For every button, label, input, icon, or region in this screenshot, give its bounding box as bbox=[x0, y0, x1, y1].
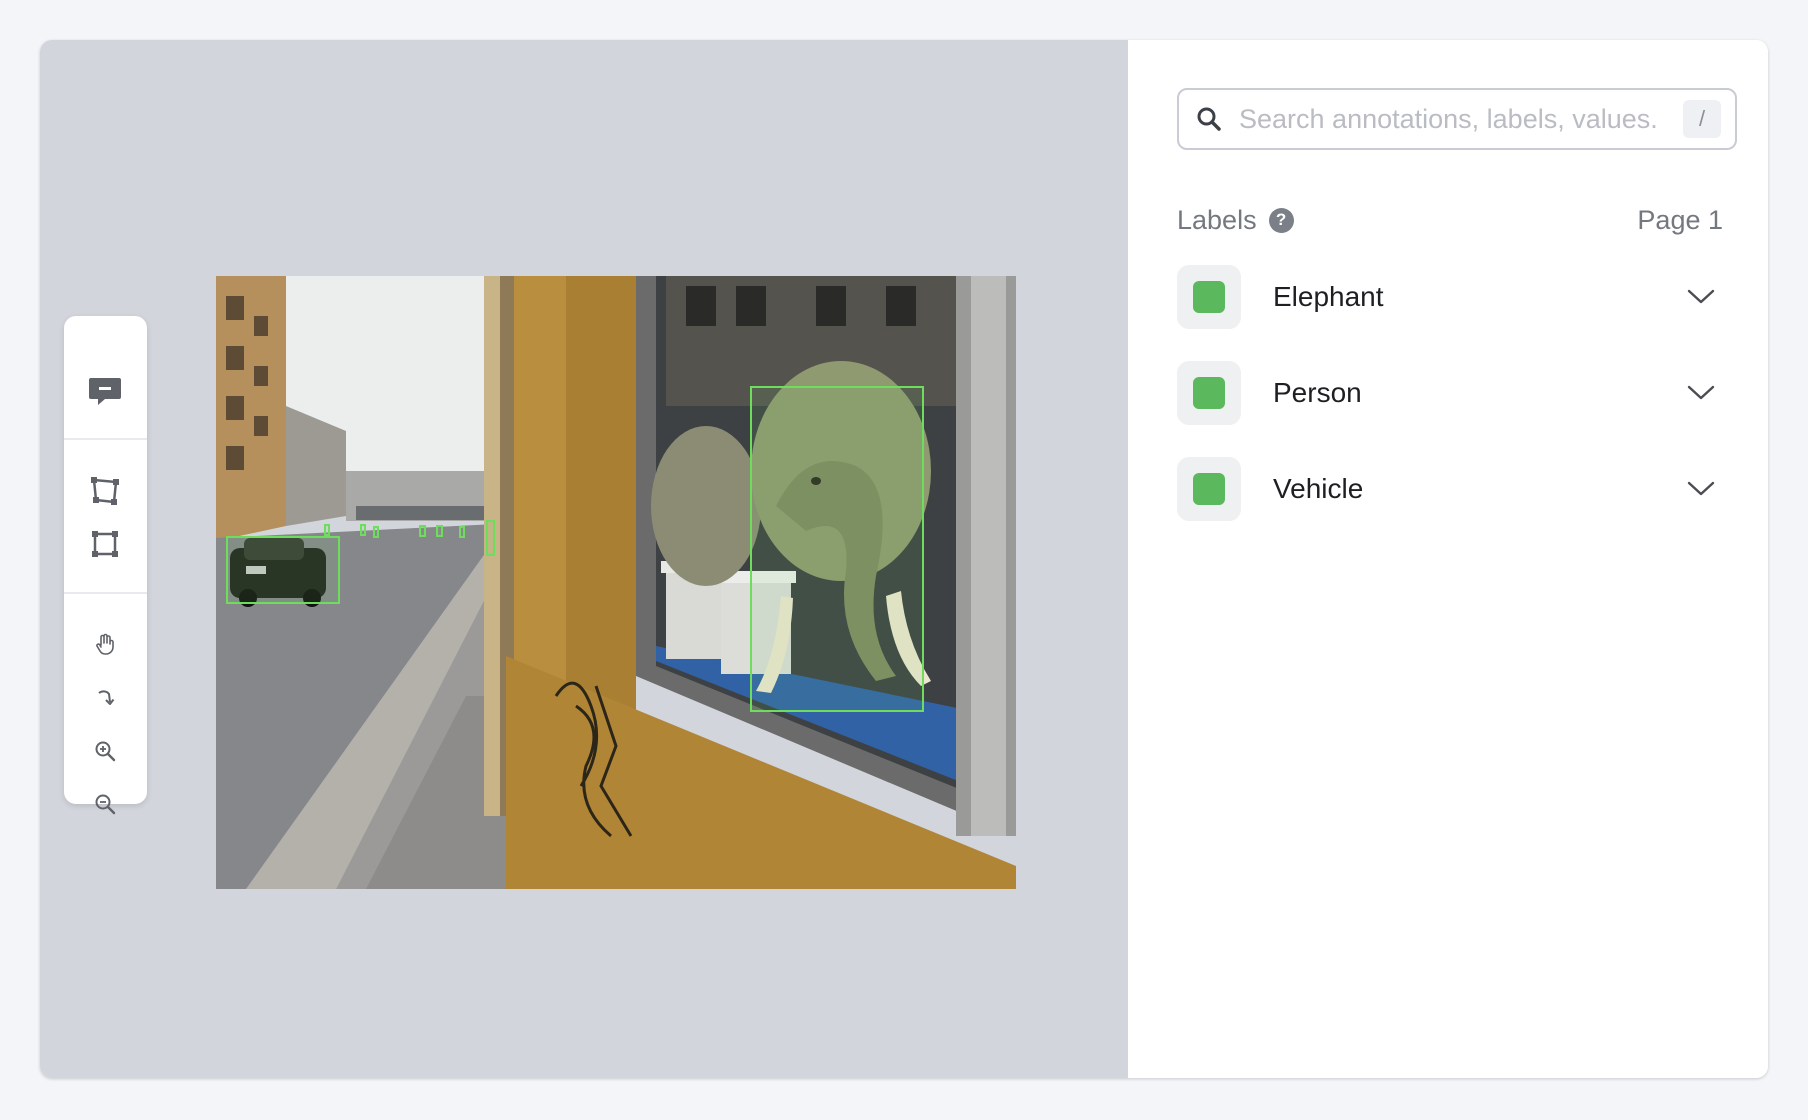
toolbar-divider bbox=[64, 438, 147, 440]
rectangle-tool-button[interactable] bbox=[82, 524, 128, 564]
label-item-vehicle[interactable]: Vehicle bbox=[1177, 457, 1723, 521]
rotate-icon bbox=[98, 690, 115, 705]
annotation-box-person[interactable] bbox=[419, 525, 426, 537]
help-icon[interactable]: ? bbox=[1268, 207, 1294, 233]
rotate-tool-button[interactable] bbox=[82, 678, 128, 718]
comment-icon bbox=[89, 378, 121, 405]
chevron-down-icon bbox=[1687, 481, 1715, 496]
annotation-box-elephant[interactable] bbox=[750, 386, 924, 712]
comment-tool-button[interactable] bbox=[82, 371, 128, 411]
pan-tool-button[interactable] bbox=[82, 625, 128, 665]
annotation-box-person[interactable] bbox=[459, 526, 465, 538]
expand-label-button[interactable] bbox=[1675, 289, 1723, 305]
search-input[interactable] bbox=[1239, 103, 1683, 135]
annotation-box-person[interactable] bbox=[436, 525, 443, 537]
chevron-down-icon bbox=[1687, 385, 1715, 400]
annotation-box-person[interactable] bbox=[373, 526, 379, 538]
label-color-swatch bbox=[1177, 361, 1241, 425]
toolbar-divider bbox=[64, 592, 147, 594]
labels-header: Labels ? Page 1 bbox=[1177, 200, 1723, 240]
label-name: Vehicle bbox=[1273, 473, 1364, 504]
zoom-out-icon bbox=[95, 794, 116, 815]
label-name: Person bbox=[1273, 377, 1362, 408]
label-item-person[interactable]: Person bbox=[1177, 361, 1723, 425]
search-box[interactable]: / bbox=[1177, 88, 1737, 150]
search-shortcut-badge: / bbox=[1683, 100, 1721, 138]
tool-palette bbox=[64, 316, 147, 815]
expand-label-button[interactable] bbox=[1675, 385, 1723, 401]
zoom-out-button[interactable] bbox=[82, 784, 128, 824]
rectangle-icon bbox=[92, 531, 118, 557]
canvas-area[interactable] bbox=[40, 40, 1128, 1078]
label-color-swatch bbox=[1177, 265, 1241, 329]
label-name: Elephant bbox=[1273, 281, 1384, 312]
polygon-icon bbox=[91, 477, 119, 505]
annotation-box-person[interactable] bbox=[324, 524, 330, 536]
chevron-down-icon bbox=[1687, 289, 1715, 304]
annotation-box-person[interactable] bbox=[486, 520, 495, 556]
pan-hand-icon bbox=[96, 633, 114, 655]
annotation-box-vehicle[interactable] bbox=[226, 536, 340, 604]
page-indicator: Page 1 bbox=[1637, 204, 1723, 235]
label-color-swatch bbox=[1177, 457, 1241, 521]
annotated-image[interactable] bbox=[216, 276, 1016, 889]
search-icon bbox=[1197, 107, 1221, 131]
annotation-box-person[interactable] bbox=[360, 524, 366, 536]
zoom-in-button[interactable] bbox=[82, 731, 128, 771]
label-item-elephant[interactable]: Elephant bbox=[1177, 265, 1723, 329]
annotation-workspace: / Labels ? Page 1 Elephant Person bbox=[40, 40, 1768, 1078]
polygon-tool-button[interactable] bbox=[82, 471, 128, 511]
labels-title: Labels bbox=[1177, 204, 1257, 235]
labels-sidebar: / Labels ? Page 1 Elephant Person bbox=[1128, 40, 1768, 1078]
expand-label-button[interactable] bbox=[1675, 481, 1723, 497]
zoom-in-icon bbox=[95, 741, 116, 762]
